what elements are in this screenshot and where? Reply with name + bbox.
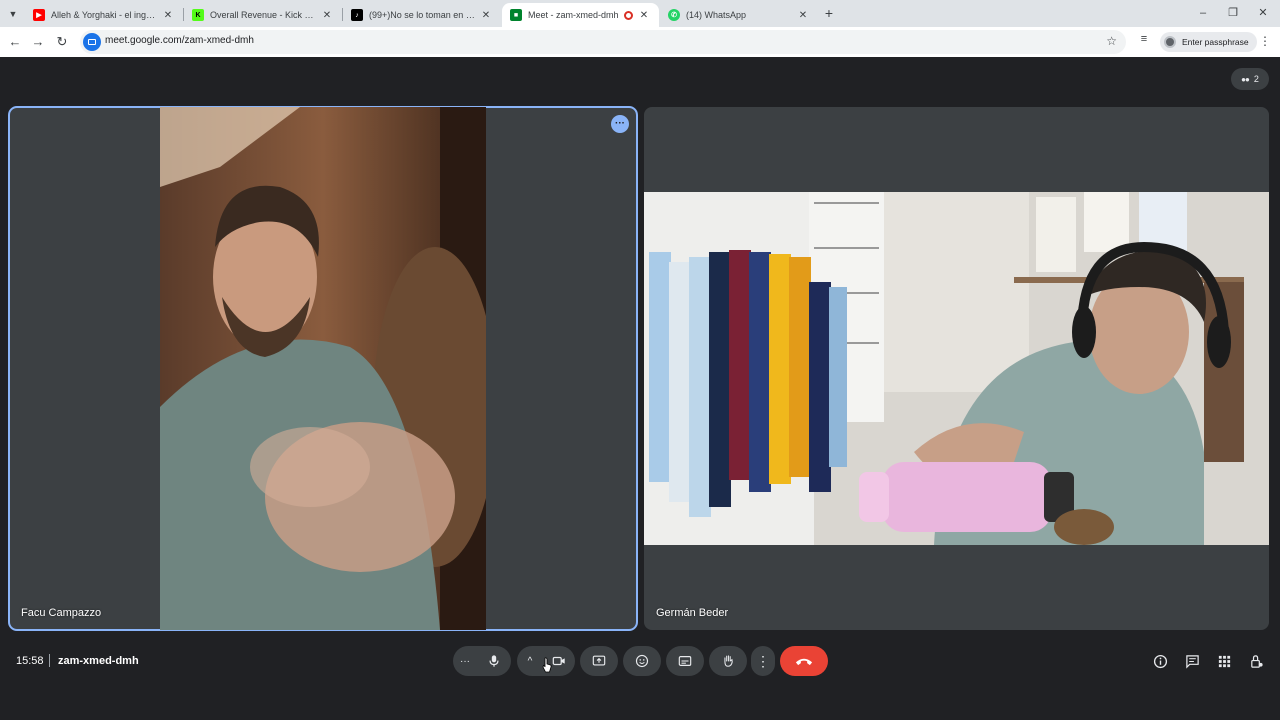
more-options-button[interactable]: ⋮ <box>751 646 775 676</box>
activities-button[interactable] <box>1215 652 1233 670</box>
mouse-cursor-icon <box>542 657 552 673</box>
hand-icon <box>724 655 733 667</box>
close-icon[interactable]: ✕ <box>479 10 493 21</box>
youtube-icon: ▶ <box>33 9 45 21</box>
divider <box>49 654 50 667</box>
close-icon[interactable]: ✕ <box>320 10 334 21</box>
people-icon: ●● <box>1241 74 1250 84</box>
tab-title: (14) WhatsApp <box>686 10 747 20</box>
tab-tiktok[interactable]: ♪ (99+)No se lo toman en serio a ✕ <box>343 3 501 27</box>
close-icon[interactable]: ✕ <box>637 10 651 21</box>
lock-person-icon <box>1250 654 1263 668</box>
reactions-button[interactable] <box>623 646 661 676</box>
tab-kick[interactable]: K Overall Revenue - Kick Dashboa ✕ <box>184 3 342 27</box>
present-screen-button[interactable] <box>580 646 618 676</box>
tab-strip: ▼ ▶ Alleh & Yorghaki - el ingeniero ✕ K … <box>0 0 1280 27</box>
back-icon[interactable]: ← <box>6 33 24 51</box>
profile-label: Enter passphrase <box>1182 37 1249 47</box>
host-controls-button[interactable] <box>1247 652 1265 670</box>
more-vert-icon: ⋮ <box>756 653 770 669</box>
chevron-up-icon: ^ <box>527 655 533 667</box>
leave-call-button[interactable] <box>780 646 828 676</box>
raise-hand-button[interactable] <box>709 646 747 676</box>
meeting-time: 15:58 <box>16 655 44 667</box>
microphone-button[interactable] <box>477 646 511 676</box>
new-tab-icon[interactable]: + <box>821 5 837 21</box>
tab-whatsapp[interactable]: ✆ (14) WhatsApp ✕ <box>660 3 818 27</box>
microphone-icon <box>489 655 499 667</box>
recording-icon <box>624 10 633 20</box>
chat-icon <box>1185 654 1199 669</box>
grid-icon <box>1218 655 1230 667</box>
browser-menu-icon[interactable]: ⋮ <box>1258 34 1272 50</box>
participant-tile-facu[interactable]: ··· Facu Campazzo <box>8 106 638 631</box>
participant-count: 2 <box>1253 74 1259 84</box>
info-icon <box>1153 654 1167 668</box>
more-horiz-icon: ··· <box>460 655 470 667</box>
meet-icon: ■ <box>510 9 522 21</box>
url-text[interactable]: meet.google.com/zam-xmed-dmh <box>105 35 254 46</box>
participant-tile-german[interactable]: Germán Beder <box>644 107 1269 630</box>
emoji-icon <box>635 654 649 668</box>
tab-search-icon[interactable]: ▼ <box>4 5 22 23</box>
captions-button[interactable] <box>666 646 704 676</box>
captions-icon <box>678 656 692 666</box>
bookmark-star-icon[interactable]: ☆ <box>1106 34 1117 48</box>
site-info-icon[interactable] <box>83 33 101 51</box>
restore-icon[interactable]: ❐ <box>1218 4 1248 22</box>
participant-name: Facu Campazzo <box>21 607 102 619</box>
participant-video <box>160 107 486 630</box>
profile-button[interactable]: Enter passphrase <box>1160 32 1257 52</box>
tab-title: Meet - zam-xmed-dmh <box>528 10 619 20</box>
forward-icon[interactable]: → <box>29 33 47 51</box>
chat-button[interactable] <box>1183 652 1201 670</box>
audio-options-button[interactable]: ··· <box>453 646 477 676</box>
tiktok-icon: ♪ <box>351 9 363 21</box>
participant-name: Germán Beder <box>656 607 729 619</box>
kick-icon: K <box>192 9 204 21</box>
minimize-icon[interactable]: – <box>1188 4 1218 22</box>
window-close-icon[interactable]: ✕ <box>1248 4 1278 22</box>
address-bar: ← → ↻ meet.google.com/zam-xmed-dmh ☆ <box>0 27 1280 57</box>
whatsapp-icon: ✆ <box>668 9 680 21</box>
close-icon[interactable]: ✕ <box>161 10 175 21</box>
participant-video <box>644 192 1269 545</box>
tab-title: Overall Revenue - Kick Dashboa <box>210 10 316 20</box>
close-icon[interactable]: ✕ <box>796 10 810 21</box>
present-icon <box>592 655 606 666</box>
camera-icon <box>552 656 565 666</box>
avatar <box>1164 36 1176 48</box>
media-controls-icon[interactable]: ≡ <box>1136 33 1152 49</box>
omnibox[interactable]: meet.google.com/zam-xmed-dmh ☆ <box>80 30 1126 54</box>
tab-title: (99+)No se lo toman en serio a <box>369 10 475 20</box>
participants-chip[interactable]: ●● 2 <box>1231 68 1269 90</box>
hangup-icon <box>795 658 813 665</box>
meeting-details-button[interactable] <box>1151 652 1169 670</box>
meeting-code: zam-xmed-dmh <box>58 655 139 667</box>
reload-icon[interactable]: ↻ <box>53 33 71 51</box>
more-options-icon[interactable]: ··· <box>611 115 629 133</box>
tab-title: Alleh & Yorghaki - el ingeniero <box>51 10 157 20</box>
video-options-button[interactable]: ^ <box>517 646 543 676</box>
tab-meet[interactable]: ■ Meet - zam-xmed-dmh ✕ <box>502 3 659 27</box>
tab-youtube[interactable]: ▶ Alleh & Yorghaki - el ingeniero ✕ <box>25 3 183 27</box>
